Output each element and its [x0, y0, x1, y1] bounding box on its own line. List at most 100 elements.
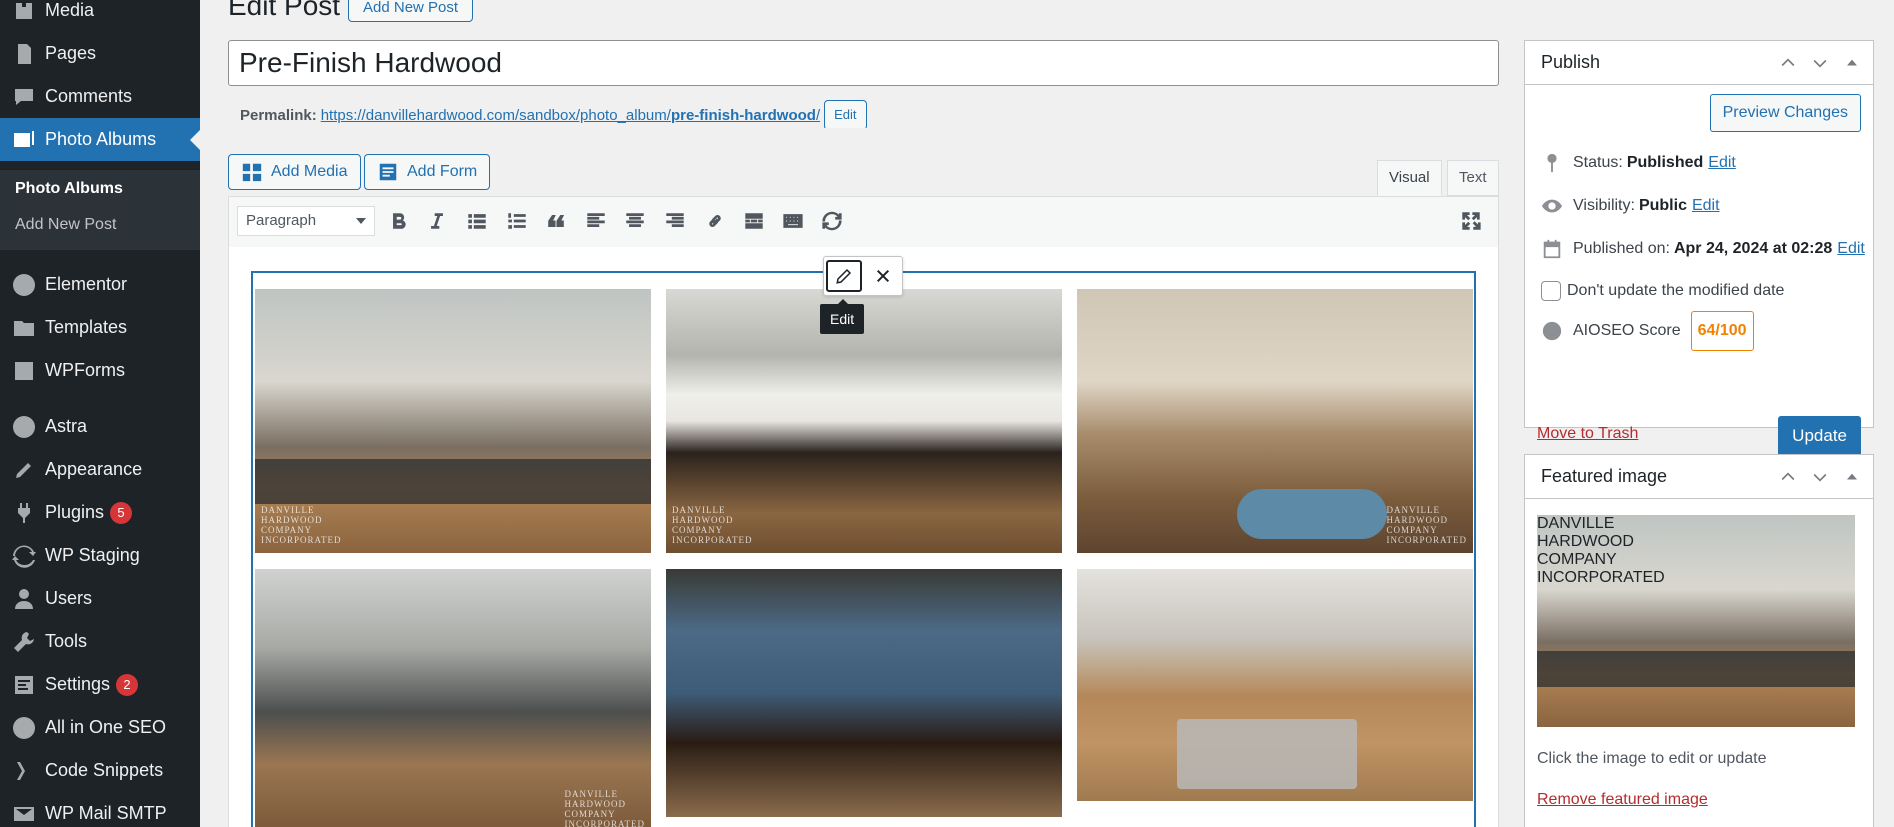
blockquote-button[interactable]	[540, 206, 572, 236]
tools-icon	[10, 628, 38, 656]
add-form-button[interactable]: Add Form	[364, 154, 491, 190]
align-right-button[interactable]	[659, 206, 691, 236]
menu-settings[interactable]: Settings 2	[0, 663, 200, 706]
chevron-down-icon[interactable]	[1807, 465, 1833, 489]
edit-gallery-button[interactable]	[826, 260, 862, 292]
tab-text[interactable]: Text	[1447, 160, 1499, 196]
dont-update-label: Don't update the modified date	[1567, 282, 1785, 299]
italic-icon	[431, 213, 443, 229]
add-media-button[interactable]: Add Media	[228, 154, 361, 190]
remove-featured-image-link[interactable]: Remove featured image	[1537, 791, 1708, 809]
menu-media[interactable]: Media	[0, 0, 200, 32]
refresh-button[interactable]	[816, 206, 848, 236]
align-center-icon	[626, 213, 644, 227]
status-edit-link[interactable]: Edit	[1708, 154, 1736, 172]
permalink-link[interactable]: https://danvillehardwood.com/sandbox/pho…	[321, 107, 820, 124]
add-new-post-button[interactable]: Add New Post	[348, 0, 474, 22]
chevron-up-icon[interactable]	[1775, 51, 1801, 75]
gallery-photo-dining-room[interactable]	[666, 569, 1062, 817]
featured-image-title: Featured image	[1541, 466, 1668, 486]
eye-icon	[1541, 199, 1563, 213]
numbered-list-button[interactable]	[501, 206, 533, 236]
insert-link-button[interactable]	[699, 206, 731, 236]
read-more-button[interactable]	[738, 206, 770, 236]
photo-watermark: DANVILLE HARDWOOD COMPANY INCORPORATED	[564, 789, 645, 827]
collapse-toggle-icon[interactable]	[1839, 51, 1865, 75]
pin-icon	[1547, 153, 1557, 173]
dont-update-checkbox[interactable]	[1541, 281, 1561, 301]
publish-panel-title: Publish	[1541, 52, 1601, 72]
update-button[interactable]: Update	[1778, 416, 1861, 456]
menu-label: Comments	[45, 86, 133, 106]
menu-code-snippets[interactable]: Code Snippets	[0, 749, 200, 792]
menu-label: Templates	[45, 317, 128, 337]
bullet-list-button[interactable]	[461, 206, 493, 236]
preview-changes-button[interactable]: Preview Changes	[1709, 94, 1861, 132]
menu-pages[interactable]: Pages	[0, 32, 200, 75]
align-center-button[interactable]	[619, 206, 651, 236]
menu-label: Users	[45, 588, 93, 608]
menu-plugins[interactable]: Plugins 5	[0, 491, 200, 534]
tab-visual[interactable]: Visual	[1377, 160, 1442, 196]
menu-templates[interactable]: Templates	[0, 306, 200, 349]
menu-elementor[interactable]: Elementor	[0, 263, 200, 306]
permalink-trail: /	[815, 106, 821, 124]
chevron-down-icon	[356, 218, 366, 229]
chevron-down-icon[interactable]	[1807, 51, 1833, 75]
aioseo-icon	[1542, 321, 1562, 341]
calendar-icon	[1543, 239, 1561, 259]
users-icon	[10, 585, 38, 613]
permalink-edit-button[interactable]: Edit	[824, 100, 867, 130]
aioseo-icon	[10, 714, 38, 742]
gallery-photo-living-room[interactable]: DANVILLE HARDWOOD COMPANY INCORPORATED	[255, 289, 651, 553]
templates-icon	[10, 314, 38, 342]
gallery-photo-family-room[interactable]: DANVILLE HARDWOOD COMPANY INCORPORATED	[1077, 289, 1473, 553]
menu-photo-albums[interactable]: Photo Albums	[0, 118, 200, 161]
visibility-edit-link[interactable]: Edit	[1692, 197, 1720, 215]
menu-label: Photo Albums	[45, 129, 157, 149]
format-select[interactable]: Paragraph	[237, 206, 375, 236]
menu-wpforms[interactable]: WPForms	[0, 349, 200, 392]
elementor-icon	[10, 271, 38, 299]
align-left-button[interactable]	[580, 206, 612, 236]
fullscreen-button[interactable]	[1455, 206, 1487, 236]
settings-icon	[10, 671, 38, 699]
gallery-photo-great-room[interactable]	[1077, 569, 1473, 801]
featured-image-thumbnail[interactable]: DANVILLE HARDWOOD COMPANY INCORPORATED	[1537, 515, 1855, 727]
gallery-photo-sitting-area[interactable]: DANVILLE HARDWOOD COMPANY INCORPORATED	[255, 569, 651, 827]
permalink-slug: pre-finish-hardwood	[670, 106, 816, 124]
chevron-up-icon[interactable]	[1775, 465, 1801, 489]
publish-panel-header: Publish	[1525, 41, 1873, 85]
wp-mail-smtp-icon	[10, 800, 38, 827]
menu-astra[interactable]: Astra	[0, 405, 200, 448]
bold-button[interactable]	[383, 206, 415, 236]
aioseo-score-badge[interactable]: 64/100	[1690, 311, 1754, 351]
publish-panel: Publish Preview Changes Status: Published…	[1524, 40, 1874, 456]
submenu-add-new-post[interactable]: Add New Post	[15, 216, 116, 234]
menu-label: Tools	[45, 631, 88, 651]
menu-label: Media	[45, 0, 95, 20]
menu-comments[interactable]: Comments	[0, 75, 200, 118]
submenu-photo-albums[interactable]: Photo Albums	[15, 180, 123, 198]
menu-wp-mail-smtp[interactable]: WP Mail SMTP	[0, 792, 200, 827]
move-to-trash-link[interactable]: Move to Trash	[1537, 425, 1638, 443]
page-title: Edit Post	[228, 0, 341, 21]
remove-gallery-button[interactable]	[868, 262, 898, 290]
add-form-label: Add Form	[407, 163, 478, 180]
toolbar-toggle-button[interactable]	[777, 206, 809, 236]
menu-wp-staging[interactable]: WP Staging	[0, 534, 200, 577]
post-title-input[interactable]: Pre-Finish Hardwood	[228, 40, 1499, 86]
published-edit-link[interactable]: Edit	[1837, 240, 1865, 258]
photo-watermark: DANVILLE HARDWOOD COMPANY INCORPORATED	[1386, 505, 1467, 545]
pages-icon	[10, 40, 38, 68]
menu-tools[interactable]: Tools	[0, 620, 200, 663]
visibility-value: Public	[1638, 197, 1687, 214]
menu-all-in-one-seo[interactable]: All in One SEO	[0, 706, 200, 749]
italic-button[interactable]	[421, 206, 453, 236]
menu-appearance[interactable]: Appearance	[0, 448, 200, 491]
menu-users[interactable]: Users	[0, 577, 200, 620]
bold-icon	[393, 213, 406, 229]
aioseo-label: AIOSEO Score	[1573, 322, 1681, 339]
menu-label: WPForms	[45, 360, 125, 380]
collapse-toggle-icon[interactable]	[1839, 465, 1865, 489]
